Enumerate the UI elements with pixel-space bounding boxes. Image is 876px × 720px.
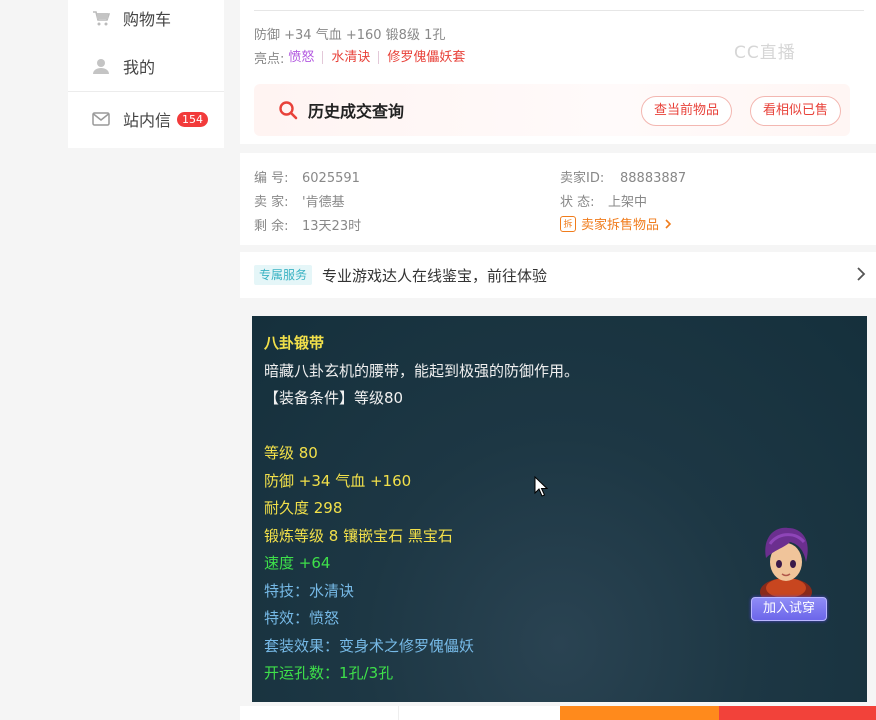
seller-items-link[interactable]: 拆 卖家拆售物品 [560,214,672,233]
item-set-effect: 套装效果：变身术之修罗傀儡妖 [264,636,475,655]
status-label: 状 态: [560,195,595,210]
seller-label: 卖 家: [254,195,289,210]
buy-now-button[interactable] [719,706,876,720]
item-summary-card: 防御 +34 气血 +160 锻8级 1孔 亮点: 愤怒 水清诀 修罗傀儡妖套 … [240,0,876,144]
service-text: 专业游戏达人在线鉴宝，前往体验 [322,266,548,285]
bottom-action-2[interactable] [400,706,558,720]
divider [254,10,864,11]
highlight-tag: 愤怒 [288,51,324,64]
highlight-tag: 水清诀 [323,51,380,64]
listing-id-value: 6025591 [302,171,360,186]
item-stats: 防御 +34 气血 +160 锻8级 1孔 [254,28,446,43]
listing-info-card: 编 号: 6025591 卖 家: '肯德基 剩 余: 13天23时 卖家ID: 888… [240,153,876,245]
item-holes: 开运孔数：1孔/3孔 [264,664,394,682]
item-name: 八卦锻带 [264,334,325,352]
view-similar-sold-button[interactable]: 看相似已售 [750,96,842,126]
item-description: 暗藏八卦玄机的腰带，能起到极强的防御作用。 [264,361,580,380]
item-level: 等级 80 [264,444,318,462]
sidebar-item-mine[interactable]: 我的 [92,54,155,78]
stream-watermark: CC直播 [734,43,796,63]
mouse-cursor-icon [534,476,548,497]
check-current-button[interactable]: 查当前物品 [641,96,733,126]
seller-items-label: 卖家拆售物品 [581,218,660,233]
sidebar-item-label: 购物车 [123,10,172,29]
sidebar-item-messages[interactable]: 站内信 154 [92,107,209,131]
sidebar-item-label: 站内信 [123,111,172,130]
add-to-cart-button[interactable] [560,706,719,720]
character-avatar [760,527,812,602]
seller-id-value: 88883887 [620,171,687,186]
expert-service-row[interactable]: 专属服务 专业游戏达人在线鉴宝，前往体验 [240,252,876,298]
seller-name: 卖 家: '肯德基 [254,191,345,210]
split-sale-icon: 拆 [560,215,576,232]
search-icon [279,101,298,120]
sidebar-item-cart[interactable]: 购物车 [92,6,171,30]
user-icon [92,57,110,75]
seller-id: 卖家ID: 88883887 [560,167,686,186]
history-query-bar: 历史成交查询 查当前物品 看相似已售 [254,84,850,136]
listing-id-label: 编 号: [254,171,289,186]
remaining-label: 剩 余: [254,219,289,234]
listing-status: 状 态: 上架中 [560,191,647,210]
bottom-action-1[interactable] [240,706,399,720]
item-defense: 防御 +34 气血 +160 [264,471,412,490]
try-on-button[interactable]: 加入试穿 [751,597,827,621]
item-tooltip-panel: 八卦锻带 暗藏八卦玄机的腰带，能起到极强的防御作用。 【装备条件】等级80 等级… [252,316,867,702]
sidebar-divider [68,91,224,92]
seller-value: '肯德基 [302,195,345,210]
item-speed: 速度 +64 [264,554,331,572]
bottom-action-bar [240,706,876,720]
remaining-value: 13天23时 [302,219,362,234]
mail-icon [92,110,110,128]
item-effect: 特效：愤怒 [264,609,340,627]
item-durability: 耐久度 298 [264,499,343,517]
item-attributes: 八卦锻带 暗藏八卦玄机的腰带，能起到极强的防御作用。 【装备条件】等级80 等级… [264,330,579,688]
unread-badge: 154 [177,111,209,127]
history-title: 历史成交查询 [308,102,405,121]
chevron-right-icon [857,267,866,281]
highlight-tag: 修罗傀儡妖套 [387,50,466,65]
highlights: 亮点: 愤怒 水清诀 修罗傀儡妖套 [254,48,473,67]
cart-icon [92,9,110,27]
sidebar-item-label: 我的 [123,58,156,77]
highlights-label: 亮点: [254,52,285,67]
service-tag: 专属服务 [254,265,313,285]
item-skill: 特技：水清诀 [264,581,355,600]
seller-id-label: 卖家ID: [560,171,605,186]
chevron-right-icon [665,218,672,229]
item-requirement: 【装备条件】等级80 [264,389,404,407]
sidebar: 购物车 我的 站内信 154 [68,0,224,148]
remaining-time: 剩 余: 13天23时 [254,215,361,234]
status-value: 上架中 [608,195,648,210]
listing-id: 编 号: 6025591 [254,167,360,186]
item-forge: 锻炼等级 8 镶嵌宝石 黑宝石 [264,526,453,545]
